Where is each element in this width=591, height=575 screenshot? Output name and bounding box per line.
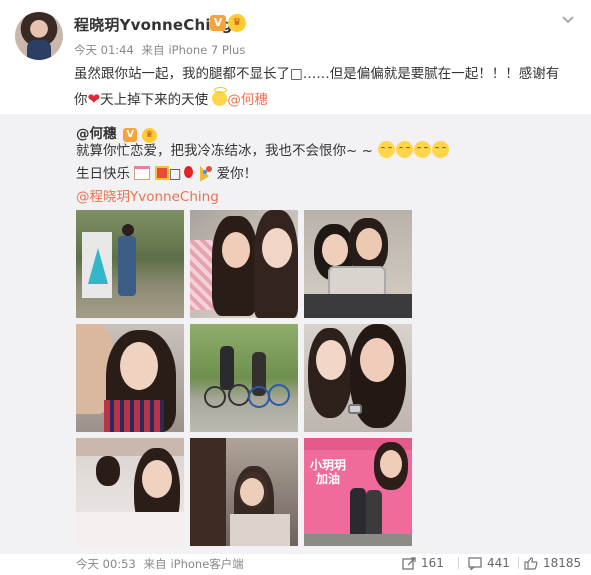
footer-divider <box>518 557 519 569</box>
verified-badge-icon: V <box>210 15 226 31</box>
mention-link[interactable]: @何穗 <box>227 92 268 108</box>
footer-meta: 今天 00:53 来自 iPhone客户端 <box>76 556 248 572</box>
photo-thumbnail[interactable] <box>190 324 298 432</box>
like-count: 18185 <box>543 556 582 570</box>
gift-emoji-icon <box>154 166 169 180</box>
photo-thumbnail[interactable] <box>190 210 298 318</box>
post-username[interactable]: 程晓玥YvonneChing <box>74 14 233 35</box>
comment-count: 441 <box>487 556 510 570</box>
like-button[interactable]: 18185 <box>524 555 581 571</box>
balloon-emoji-icon <box>184 166 194 178</box>
bus-sign-text-2: 加油 <box>316 472 341 486</box>
footer-source: iPhone客户端 <box>170 557 244 571</box>
blush-emoji-icon <box>432 141 450 158</box>
post-text: 虽然跟你站一起，我的腿都不显长了□……但是偏偏就是要腻在一起！！！感谢有 你❤天… <box>74 62 574 113</box>
chevron-down-icon[interactable] <box>560 12 576 28</box>
photo-thumbnail[interactable] <box>304 210 412 318</box>
avatar[interactable] <box>15 12 63 60</box>
party-popper-icon <box>196 166 213 180</box>
repost-mention-line: @程晓玥YvonneChing <box>76 186 576 209</box>
repost-button[interactable]: 161 <box>402 555 444 571</box>
post-source: iPhone 7 Plus <box>168 43 246 57</box>
footer-time[interactable]: 今天 00:53 <box>76 557 136 571</box>
photo-thumbnail[interactable]: 小玥玥 加油 <box>304 438 412 546</box>
photo-thumbnail[interactable] <box>190 438 298 546</box>
footer-divider <box>458 557 459 569</box>
repost-block: @何穗 V ♛ 就算你忙恋爱，把我冷冻结冰，我也不会恨你~ ~ 生日快乐 □ 爱… <box>0 114 591 554</box>
blush-emoji-icon <box>378 141 396 158</box>
cake-emoji-icon <box>134 166 151 180</box>
post-text-line1: 虽然跟你站一起，我的腿都不显长了□……但是偏偏就是要腻在一起！！！感谢有 <box>74 66 560 82</box>
blush-emoji-icon <box>396 141 414 158</box>
repost-count: 161 <box>421 556 444 570</box>
blush-emoji-icon <box>414 141 432 158</box>
post-time[interactable]: 今天 01:44 <box>74 43 134 57</box>
comment-button[interactable]: 441 <box>468 555 510 571</box>
footer-source-prefix: 来自 <box>143 557 167 571</box>
repost-text-line2: 生日快乐 □ 爱你！ <box>76 166 258 182</box>
crown-badge-icon: ♛ <box>228 14 246 32</box>
weibo-post: 程晓玥YvonneChing V ♛ 今天 01:44 来自 iPhone 7 P… <box>0 0 591 575</box>
comment-icon <box>468 556 482 570</box>
post-meta: 今天 01:44 来自 iPhone 7 Plus <box>74 42 249 58</box>
photo-thumbnail[interactable] <box>76 324 184 432</box>
repost-text-line1: 就算你忙恋爱，把我冷冻结冰，我也不会恨你~ ~ <box>76 140 576 163</box>
angel-emoji-icon <box>212 87 228 106</box>
photo-thumbnail[interactable] <box>76 210 184 318</box>
thumbs-up-icon <box>524 556 538 570</box>
post-source-prefix: 来自 <box>141 43 165 57</box>
post-text-line2: 你❤天上掉下来的天使 @何穗 <box>74 87 268 108</box>
share-icon <box>402 556 416 570</box>
photo-thumbnail[interactable] <box>76 438 184 546</box>
repost-text: 就算你忙恋爱，把我冷冻结冰，我也不会恨你~ ~ 生日快乐 □ 爱你！ @程晓玥Y… <box>76 140 576 209</box>
post-footer: 今天 00:53 来自 iPhone客户端 161 441 18185 <box>0 554 591 575</box>
mention-link[interactable]: @程晓玥YvonneChing <box>76 189 219 205</box>
photo-thumbnail[interactable] <box>304 324 412 432</box>
heart-icon: ❤ <box>87 90 101 108</box>
